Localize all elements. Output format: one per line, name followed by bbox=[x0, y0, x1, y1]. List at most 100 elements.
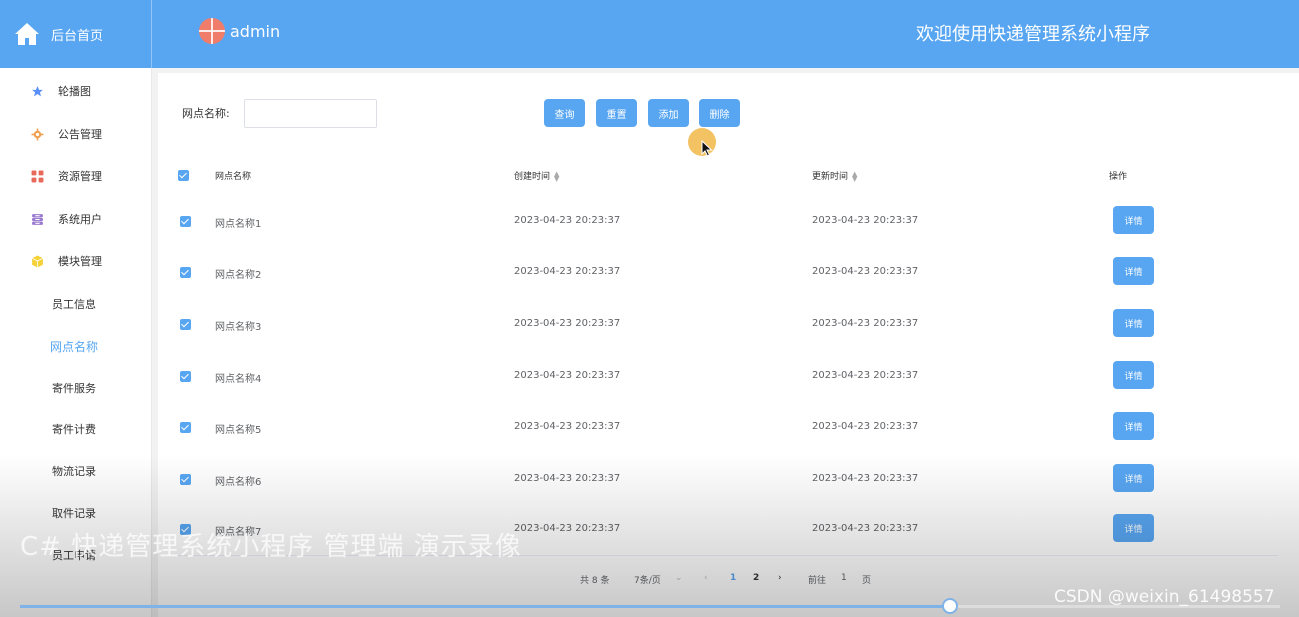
row-checkbox[interactable] bbox=[180, 216, 191, 227]
select-all-checkbox[interactable] bbox=[178, 170, 189, 181]
cell-created: 2023-04-23 20:23:37 bbox=[514, 215, 621, 226]
sidebar-item-modules[interactable]: 模块管理 bbox=[0, 246, 152, 276]
sidebar-item-label: 模块管理 bbox=[58, 255, 102, 268]
cell-updated: 2023-04-23 20:23:37 bbox=[812, 215, 919, 226]
cell-name: 网点名称2 bbox=[215, 270, 262, 281]
chevron-down-icon[interactable]: ⌄ bbox=[675, 573, 683, 583]
sidebar-subitem-send-service[interactable]: 寄件服务 bbox=[0, 374, 152, 402]
grid-icon bbox=[30, 169, 44, 183]
cell-updated: 2023-04-23 20:23:37 bbox=[812, 523, 919, 534]
sidebar-subitem-label: 取件记录 bbox=[52, 507, 96, 520]
star-icon bbox=[30, 84, 44, 98]
detail-button[interactable]: 详情 bbox=[1113, 309, 1154, 337]
sidebar-subitem-outlets[interactable]: 网点名称 bbox=[0, 332, 152, 360]
mouse-cursor-icon bbox=[701, 140, 713, 157]
sidebar-item-notices[interactable]: 公告管理 bbox=[0, 119, 152, 149]
cell-name: 网点名称3 bbox=[215, 322, 262, 333]
table-row: 网点名称6 2023-04-23 20:23:37 2023-04-23 20:… bbox=[158, 453, 1299, 504]
detail-button[interactable]: 详情 bbox=[1113, 514, 1154, 542]
cell-name: 网点名称1 bbox=[215, 219, 262, 230]
page-number[interactable]: 1 bbox=[730, 573, 736, 583]
row-checkbox[interactable] bbox=[180, 267, 191, 278]
welcome-title: 欢迎使用快递管理系统小程序 bbox=[916, 24, 1150, 45]
table-row: 网点名称3 2023-04-23 20:23:37 2023-04-23 20:… bbox=[158, 298, 1299, 349]
cell-updated: 2023-04-23 20:23:37 bbox=[812, 473, 919, 484]
cell-name: 网点名称6 bbox=[215, 477, 262, 488]
avatar bbox=[199, 18, 225, 44]
column-header-updated[interactable]: 更新时间 ▲ ▼ bbox=[812, 169, 857, 182]
search-label: 网点名称: bbox=[182, 107, 230, 120]
page-size-select[interactable]: 7条/页 bbox=[634, 573, 661, 586]
pagination: 共 8 条 7条/页 ⌄ ‹ 1 2 › 前往 1 页 bbox=[158, 569, 1299, 589]
sidebar-item-carousel[interactable]: 轮播图 bbox=[0, 76, 152, 106]
cell-updated: 2023-04-23 20:23:37 bbox=[812, 370, 919, 381]
cube-icon bbox=[30, 254, 44, 268]
detail-button[interactable]: 详情 bbox=[1113, 464, 1154, 492]
detail-button[interactable]: 详情 bbox=[1113, 361, 1154, 389]
goto-input[interactable]: 1 bbox=[841, 573, 847, 583]
sidebar-subitem-pickups[interactable]: 取件记录 bbox=[0, 499, 152, 527]
sort-icon[interactable]: ▲ ▼ bbox=[852, 170, 857, 182]
sidebar-item-label: 资源管理 bbox=[58, 170, 102, 183]
home-label: 后台首页 bbox=[51, 28, 104, 44]
pagination-total: 共 8 条 bbox=[580, 576, 610, 586]
gear-icon bbox=[30, 127, 44, 141]
column-header-actions: 操作 bbox=[1109, 172, 1128, 182]
cell-name: 网点名称5 bbox=[215, 425, 262, 436]
top-header: 后台首页 admin 欢迎使用快递管理系统小程序 bbox=[0, 0, 1299, 68]
cell-created: 2023-04-23 20:23:37 bbox=[514, 370, 621, 381]
detail-button[interactable]: 详情 bbox=[1113, 206, 1154, 234]
sidebar-item-label: 轮播图 bbox=[58, 85, 91, 98]
column-header-label: 创建时间 bbox=[514, 172, 551, 182]
sidebar-item-label: 公告管理 bbox=[58, 128, 102, 141]
cell-created: 2023-04-23 20:23:37 bbox=[514, 523, 621, 534]
sort-icon[interactable]: ▲ ▼ bbox=[554, 170, 559, 182]
user-menu[interactable]: admin bbox=[199, 18, 280, 44]
table-row: 网点名称4 2023-04-23 20:23:37 2023-04-23 20:… bbox=[158, 350, 1299, 401]
page-number[interactable]: 2 bbox=[753, 573, 759, 583]
table-row: 网点名称5 2023-04-23 20:23:37 2023-04-23 20:… bbox=[158, 401, 1299, 452]
sidebar-item-label: 系统用户 bbox=[58, 213, 102, 226]
reset-button[interactable]: 重置 bbox=[596, 99, 637, 127]
video-progress-fill bbox=[20, 605, 950, 608]
home-link[interactable]: 后台首页 bbox=[0, 0, 152, 68]
username: admin bbox=[230, 21, 281, 41]
detail-button[interactable]: 详情 bbox=[1113, 412, 1154, 440]
prev-page-icon[interactable]: ‹ bbox=[704, 573, 708, 583]
cell-created: 2023-04-23 20:23:37 bbox=[514, 473, 621, 484]
video-title: C# 快递管理系统小程序 管理端 演示录像 bbox=[20, 532, 522, 562]
sidebar-subitem-staff[interactable]: 员工信息 bbox=[0, 290, 152, 318]
cell-updated: 2023-04-23 20:23:37 bbox=[812, 266, 919, 277]
row-checkbox[interactable] bbox=[180, 474, 191, 485]
sidebar-subitem-label: 物流记录 bbox=[52, 465, 96, 478]
sidebar-subitem-send-pricing[interactable]: 寄件计费 bbox=[0, 415, 152, 443]
goto-label: 前往 bbox=[808, 576, 827, 586]
sidebar-subitem-label: 网点名称 bbox=[50, 339, 99, 354]
sidebar-subitem-logistics[interactable]: 物流记录 bbox=[0, 457, 152, 485]
cell-created: 2023-04-23 20:23:37 bbox=[514, 318, 621, 329]
delete-button[interactable]: 删除 bbox=[699, 99, 740, 127]
database-icon bbox=[30, 212, 44, 226]
search-input[interactable] bbox=[244, 99, 377, 128]
column-header-created[interactable]: 创建时间 ▲ ▼ bbox=[514, 169, 559, 182]
row-checkbox[interactable] bbox=[180, 319, 191, 330]
add-button[interactable]: 添加 bbox=[648, 99, 689, 127]
row-checkbox[interactable] bbox=[180, 422, 191, 433]
column-header-name: 网点名称 bbox=[215, 172, 252, 182]
sidebar-subitem-label: 寄件计费 bbox=[52, 423, 96, 436]
cell-updated: 2023-04-23 20:23:37 bbox=[812, 318, 919, 329]
cell-created: 2023-04-23 20:23:37 bbox=[514, 266, 621, 277]
watermark: CSDN @weixin_61498557 bbox=[1054, 587, 1275, 607]
table-row: 网点名称2 2023-04-23 20:23:37 2023-04-23 20:… bbox=[158, 246, 1299, 297]
next-page-icon[interactable]: › bbox=[778, 573, 782, 583]
cell-name: 网点名称4 bbox=[215, 374, 262, 385]
detail-button[interactable]: 详情 bbox=[1113, 257, 1154, 285]
sidebar-item-resources[interactable]: 资源管理 bbox=[0, 161, 152, 191]
video-progress-handle[interactable] bbox=[941, 598, 958, 614]
sidebar-item-users[interactable]: 系统用户 bbox=[0, 204, 152, 234]
query-button[interactable]: 查询 bbox=[544, 99, 585, 127]
sidebar-subitem-label: 寄件服务 bbox=[52, 382, 96, 395]
home-icon bbox=[15, 23, 39, 45]
row-checkbox[interactable] bbox=[180, 371, 191, 382]
goto-suffix: 页 bbox=[862, 576, 872, 586]
